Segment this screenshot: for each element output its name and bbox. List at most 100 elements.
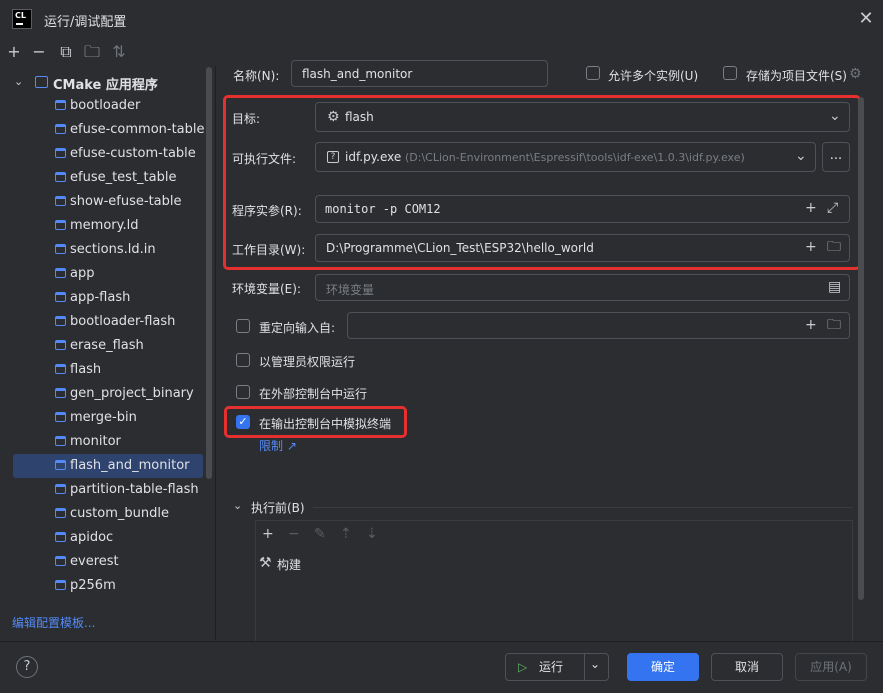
limit-link[interactable]: 限制 ↗ <box>259 437 297 454</box>
allow-multiple-checkbox[interactable] <box>586 66 600 80</box>
sidebar-item-label: monitor <box>70 434 121 449</box>
cancel-button[interactable]: 取消 <box>711 653 783 681</box>
cmake-target-icon <box>55 100 66 110</box>
cmake-target-icon <box>55 148 66 158</box>
redirect-checkbox[interactable] <box>236 319 250 333</box>
remove-icon[interactable]: − <box>30 43 48 61</box>
move-up-icon[interactable]: ⇡ <box>340 526 352 542</box>
form-scrollbar[interactable] <box>858 97 864 600</box>
new-folder-icon[interactable]: 🗀 <box>83 43 101 61</box>
sidebar-item-label: flash <box>70 362 102 377</box>
sidebar-item-erase-flash[interactable]: erase_flash <box>0 334 210 358</box>
config-tree: bootloader efuse-common-table efuse-custom… <box>0 66 216 640</box>
sidebar-item-bootloader[interactable]: bootloader <box>0 94 210 118</box>
sidebar-item-label: efuse-custom-table <box>70 146 196 161</box>
name-input[interactable]: flash_and_monitor <box>291 60 548 87</box>
cmake-target-icon <box>55 316 66 326</box>
move-down-icon[interactable]: ⇣ <box>366 526 378 542</box>
gear-icon[interactable]: ⚙ <box>849 67 862 81</box>
sidebar-item-label: custom_bundle <box>70 506 169 521</box>
sidebar-item-memory-ld[interactable]: memory.ld <box>0 214 210 238</box>
sidebar-item-label: erase_flash <box>70 338 144 353</box>
document-icon[interactable]: ▤ <box>828 280 841 294</box>
help-button[interactable]: ? <box>16 656 38 678</box>
sidebar-item-efuse-test-table[interactable]: efuse_test_table <box>0 166 210 190</box>
cmake-target-icon <box>55 388 66 398</box>
build-task-label[interactable]: 构建 <box>277 556 301 573</box>
copy-icon[interactable]: ⧉ <box>57 43 75 61</box>
store-as-file-checkbox[interactable] <box>723 66 737 80</box>
build-hammer-icon: ⚒ <box>259 555 272 571</box>
env-input[interactable]: 环境变量 ▤ <box>315 274 850 301</box>
close-icon[interactable]: ✕ <box>857 10 875 28</box>
chevron-down-icon[interactable]: ⌄ <box>14 75 23 88</box>
sidebar-item-label: app-flash <box>70 290 131 305</box>
sidebar-item-show-efuse-table[interactable]: show-efuse-table <box>0 190 210 214</box>
cmake-target-icon <box>55 364 66 374</box>
chevron-down-icon[interactable]: ⌄ <box>233 499 242 513</box>
divider <box>584 654 585 680</box>
sidebar-item-merge-bin[interactable]: merge-bin <box>0 406 210 430</box>
sidebar-item-everest[interactable]: everest <box>0 550 210 574</box>
highlight-box <box>223 95 861 270</box>
cmake-target-icon <box>55 196 66 206</box>
tree-root-label[interactable]: CMake 应用程序 <box>53 74 158 93</box>
clion-logo-icon: CL <box>12 9 32 29</box>
sidebar-item-gen-project-binary[interactable]: gen_project_binary <box>0 382 210 406</box>
before-run-panel: + − ✎ ⇡ ⇣ ⚒ 构建 <box>255 520 853 642</box>
sidebar-item-monitor[interactable]: monitor <box>0 430 210 454</box>
cmake-target-icon <box>55 484 66 494</box>
admin-label: 以管理员权限运行 <box>259 355 356 369</box>
run-button[interactable]: ▷ 运行 ⌄ <box>505 653 609 681</box>
edit-icon[interactable]: ✎ <box>314 526 326 542</box>
sidebar-item-label: app <box>70 266 95 281</box>
edit-templates-link[interactable]: 编辑配置模板... <box>12 614 95 631</box>
sidebar-item-flash[interactable]: flash <box>0 358 210 382</box>
cmake-target-icon <box>55 172 66 182</box>
logo-text: CL <box>15 11 26 20</box>
folder-icon[interactable]: 🗀 <box>827 318 841 332</box>
redirect-input[interactable]: + 🗀 <box>347 312 850 339</box>
limit-link-text: 限制 <box>259 439 284 453</box>
name-label: 名称(N): <box>233 69 280 83</box>
add-icon[interactable]: + <box>805 318 817 332</box>
apply-button[interactable]: 应用(A) <box>795 653 867 681</box>
cmake-target-icon <box>55 244 66 254</box>
window-title: 运行/调试配置 <box>44 15 127 30</box>
sidebar-item-efuse-custom-table[interactable]: efuse-custom-table <box>0 142 210 166</box>
sidebar-item-label: apidoc <box>70 530 114 545</box>
sidebar-item-app-flash[interactable]: app-flash <box>0 286 210 310</box>
sort-icon[interactable]: ⇅ <box>110 43 128 61</box>
external-console-label: 在外部控制台中运行 <box>259 387 368 401</box>
sidebar-item-bootloader-flash[interactable]: bootloader-flash <box>0 310 210 334</box>
title-bar <box>0 0 883 40</box>
sidebar-item-apidoc[interactable]: apidoc <box>0 526 210 550</box>
sidebar-item-p256m[interactable]: p256m <box>0 574 210 598</box>
admin-checkbox[interactable] <box>236 353 250 367</box>
external-console-checkbox[interactable] <box>236 385 250 399</box>
env-placeholder: 环境变量 <box>326 283 375 297</box>
cmake-target-icon <box>55 268 66 278</box>
sidebar-item-label: memory.ld <box>70 218 139 233</box>
add-icon[interactable]: + <box>5 43 23 61</box>
sidebar-item-label: merge-bin <box>70 410 137 425</box>
sidebar-item-label: efuse_test_table <box>70 170 177 185</box>
cmake-target-icon <box>55 436 66 446</box>
sidebar-item-efuse-common-table[interactable]: efuse-common-table <box>0 118 210 142</box>
tree-scrollbar[interactable] <box>206 67 212 479</box>
sidebar-item-sections-ld-in[interactable]: sections.ld.in <box>0 238 210 262</box>
sidebar-item-label: efuse-common-table <box>70 122 205 137</box>
chevron-down-icon[interactable]: ⌄ <box>590 651 600 677</box>
cmake-target-icon <box>55 340 66 350</box>
sidebar-item-app[interactable]: app <box>0 262 210 286</box>
remove-icon[interactable]: − <box>288 526 300 542</box>
sidebar-item-partition-table-flash[interactable]: partition-table-flash <box>0 478 210 502</box>
add-icon[interactable]: + <box>262 526 274 542</box>
sidebar-item-label: flash_and_monitor <box>70 458 190 473</box>
sidebar-item-label: gen_project_binary <box>70 386 194 401</box>
ok-button[interactable]: 确定 <box>627 653 699 681</box>
sidebar-item-flash-and-monitor[interactable]: flash_and_monitor <box>13 454 203 478</box>
run-label: 运行 <box>539 660 564 674</box>
sidebar-item-label: show-efuse-table <box>70 194 182 209</box>
sidebar-item-custom-bundle[interactable]: custom_bundle <box>0 502 210 526</box>
